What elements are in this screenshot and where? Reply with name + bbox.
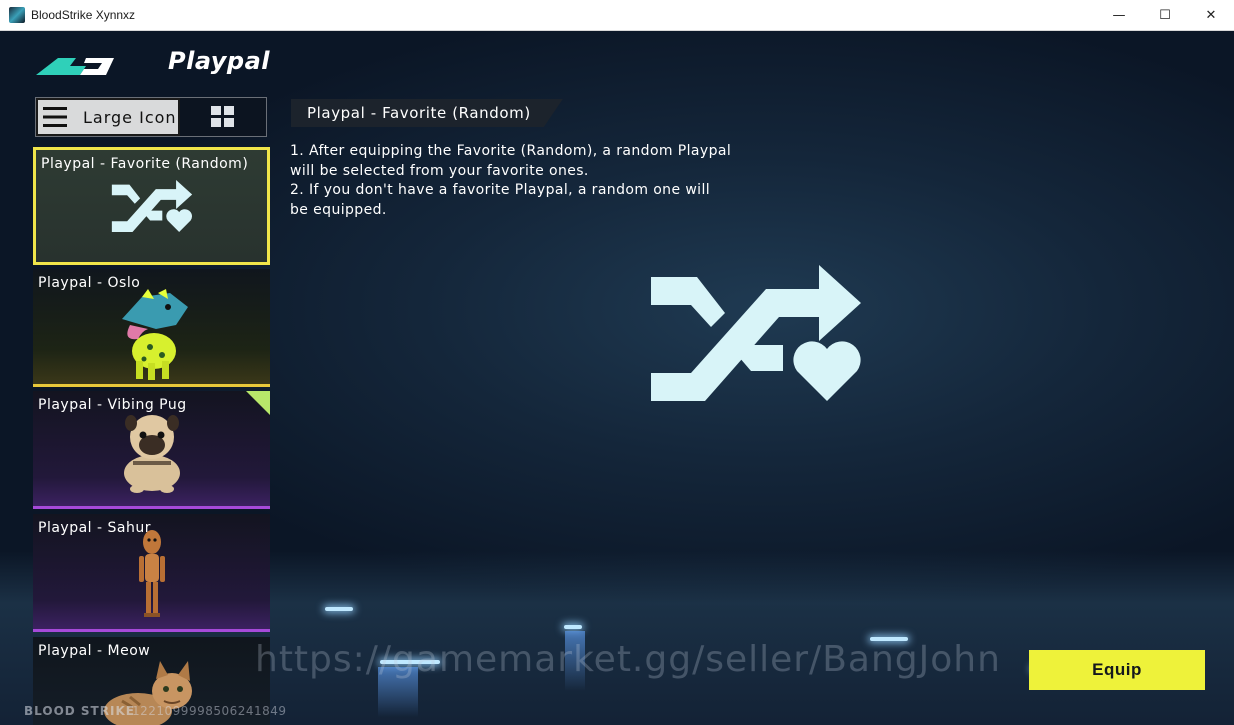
window-controls: — ☐ ✕ xyxy=(1096,0,1234,31)
description-line: 2. If you don't have a favorite Playpal,… xyxy=(290,182,711,198)
playpal-list[interactable]: Playpal - Favorite (Random) Playpal - Os… xyxy=(33,147,270,725)
equip-button[interactable]: Equip xyxy=(1029,650,1205,690)
window-titlebar[interactable]: BloodStrike Xynnxz — ☐ ✕ xyxy=(0,0,1234,31)
maximize-button[interactable]: ☐ xyxy=(1142,0,1188,31)
floor-light xyxy=(325,607,353,611)
playpal-card-sahur[interactable]: Playpal - Sahur xyxy=(33,514,270,632)
large-icon-label: Large Icon xyxy=(83,107,177,127)
oslo-creature-image xyxy=(121,289,188,380)
description-line: 1. After equipping the Favorite (Random)… xyxy=(290,143,732,159)
footer-brand: BLOOD STRIKE xyxy=(24,704,135,718)
playpal-card-name: Playpal - Oslo xyxy=(38,275,141,291)
floor-light xyxy=(564,625,582,629)
app-icon xyxy=(9,7,25,23)
shuffle-heart-large-icon xyxy=(651,265,861,401)
close-button[interactable]: ✕ xyxy=(1188,0,1234,31)
playpal-card-name: Playpal - Meow xyxy=(38,643,151,659)
page-title: Playpal xyxy=(168,47,271,75)
window-title: BloodStrike Xynnxz xyxy=(31,8,136,22)
description-line: be equipped. xyxy=(290,201,387,218)
game-viewport: Playpal Large Icon Playpal - Favorite (R… xyxy=(0,31,1234,725)
minimize-button[interactable]: — xyxy=(1096,0,1142,31)
playpal-card-name: Playpal - Sahur xyxy=(38,520,151,536)
sahur-figure-image xyxy=(138,530,165,617)
detail-title: Playpal - Favorite (Random) xyxy=(307,104,531,122)
playpal-card-name: Playpal - Favorite (Random) xyxy=(41,156,249,172)
bloodstrike-logo-icon xyxy=(36,58,114,75)
playpal-card-oslo[interactable]: Playpal - Oslo xyxy=(33,269,270,387)
shuffle-heart-icon xyxy=(111,180,192,232)
footer-uid: 1221099998506241849 xyxy=(132,704,287,718)
large-icon-view-button[interactable]: Large Icon xyxy=(36,98,180,136)
detail-description: 1. After equipping the Favorite (Random)… xyxy=(290,142,750,220)
playpal-card-favorite-random[interactable]: Playpal - Favorite (Random) xyxy=(33,147,270,265)
description-line: will be selected from your favorite ones… xyxy=(290,162,589,179)
new-item-tag xyxy=(246,391,270,415)
grid-icon xyxy=(211,106,234,127)
vibing-pug-image xyxy=(123,415,180,493)
detail-title-tab: Playpal - Favorite (Random) xyxy=(291,99,563,127)
grid-view-button[interactable] xyxy=(180,98,266,136)
playpal-card-vibing-pug[interactable]: Playpal - Vibing Pug xyxy=(33,391,270,509)
watermark-text: https://gamemarket.gg/seller/BangJohn xyxy=(255,639,1001,680)
list-icon xyxy=(43,107,67,127)
equip-label: Equip xyxy=(1092,660,1142,679)
playpal-card-name: Playpal - Vibing Pug xyxy=(38,397,187,413)
view-toggle: Large Icon xyxy=(35,97,267,137)
